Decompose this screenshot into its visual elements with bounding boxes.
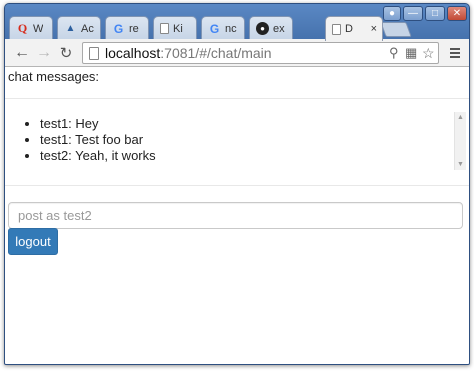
tab-account[interactable]: ▲ Ac bbox=[57, 16, 101, 40]
tab-title: Ac bbox=[81, 22, 94, 35]
forward-arrow-icon[interactable]: → bbox=[34, 43, 54, 63]
message-list: test1: Hey test1: Test foo bar test2: Ye… bbox=[8, 112, 466, 164]
tab-title: re bbox=[129, 22, 139, 35]
page-content: chat messages: test1: Hey test1: Test fo… bbox=[5, 67, 469, 364]
tab-google-1[interactable]: G re bbox=[105, 16, 149, 40]
maximize-icon[interactable]: □ bbox=[425, 6, 445, 21]
google-icon: G bbox=[209, 21, 220, 36]
messages-panel: test1: Hey test1: Test foo bar test2: Ye… bbox=[8, 112, 466, 170]
list-item: test2: Yeah, it works bbox=[40, 148, 466, 164]
tab-strip: Q W ▲ Ac G re Ki G nc ● ex D × ● — □ ✕ bbox=[5, 4, 469, 41]
new-tab-button[interactable] bbox=[380, 22, 412, 37]
tab-github[interactable]: ● ex bbox=[249, 16, 293, 40]
chrome-menu-icon[interactable] bbox=[446, 43, 464, 63]
key-icon[interactable]: ⚲ bbox=[389, 45, 399, 61]
translate-icon[interactable]: ▦ bbox=[405, 45, 417, 61]
tab-google-2[interactable]: G nc bbox=[201, 16, 245, 40]
tab-title: Ki bbox=[173, 22, 183, 35]
list-item: test1: Hey bbox=[40, 116, 466, 132]
quora-icon: Q bbox=[17, 21, 28, 35]
message-scrollbar[interactable]: ▲ ▼ bbox=[454, 112, 466, 170]
user-icon[interactable]: ● bbox=[383, 6, 401, 21]
tab-title: nc bbox=[225, 22, 237, 35]
window-close-icon[interactable]: ✕ bbox=[447, 6, 467, 21]
tab-title: W bbox=[33, 22, 44, 35]
browser-toolbar: ← → ↻ localhost:7081/#/chat/main ⚲ ▦ ☆ bbox=[5, 39, 469, 67]
google-icon: G bbox=[113, 21, 124, 36]
url-host: localhost bbox=[105, 45, 161, 61]
bookmark-star-icon[interactable]: ☆ bbox=[422, 45, 435, 62]
logout-button[interactable]: logout bbox=[8, 228, 58, 255]
divider bbox=[5, 185, 469, 186]
tab-title: ex bbox=[273, 22, 285, 35]
reload-icon[interactable]: ↻ bbox=[56, 43, 76, 63]
post-message-input[interactable] bbox=[8, 202, 463, 229]
browser-window: Q W ▲ Ac G re Ki G nc ● ex D × ● — □ ✕ ←… bbox=[4, 3, 470, 365]
close-tab-icon[interactable]: × bbox=[371, 23, 377, 35]
account-icon: ▲ bbox=[65, 23, 76, 34]
list-item: test1: Test foo bar bbox=[40, 132, 466, 148]
address-bar[interactable]: localhost:7081/#/chat/main ⚲ ▦ ☆ bbox=[82, 42, 439, 64]
back-arrow-icon[interactable]: ← bbox=[12, 43, 32, 63]
divider bbox=[5, 98, 469, 99]
tab-title: D bbox=[345, 23, 353, 35]
document-icon bbox=[332, 23, 341, 35]
tab-doc-1[interactable]: Ki bbox=[153, 16, 197, 40]
document-icon bbox=[160, 23, 169, 34]
scroll-down-icon[interactable]: ▼ bbox=[457, 161, 464, 168]
scroll-up-icon[interactable]: ▲ bbox=[457, 114, 464, 121]
page-title: chat messages: bbox=[8, 69, 100, 84]
github-icon: ● bbox=[256, 22, 269, 35]
page-icon bbox=[89, 46, 99, 60]
url-path: :7081/#/chat/main bbox=[160, 45, 272, 61]
minimize-icon[interactable]: — bbox=[403, 6, 423, 21]
tab-quora[interactable]: Q W bbox=[9, 16, 53, 40]
tab-active[interactable]: D × bbox=[325, 16, 383, 41]
